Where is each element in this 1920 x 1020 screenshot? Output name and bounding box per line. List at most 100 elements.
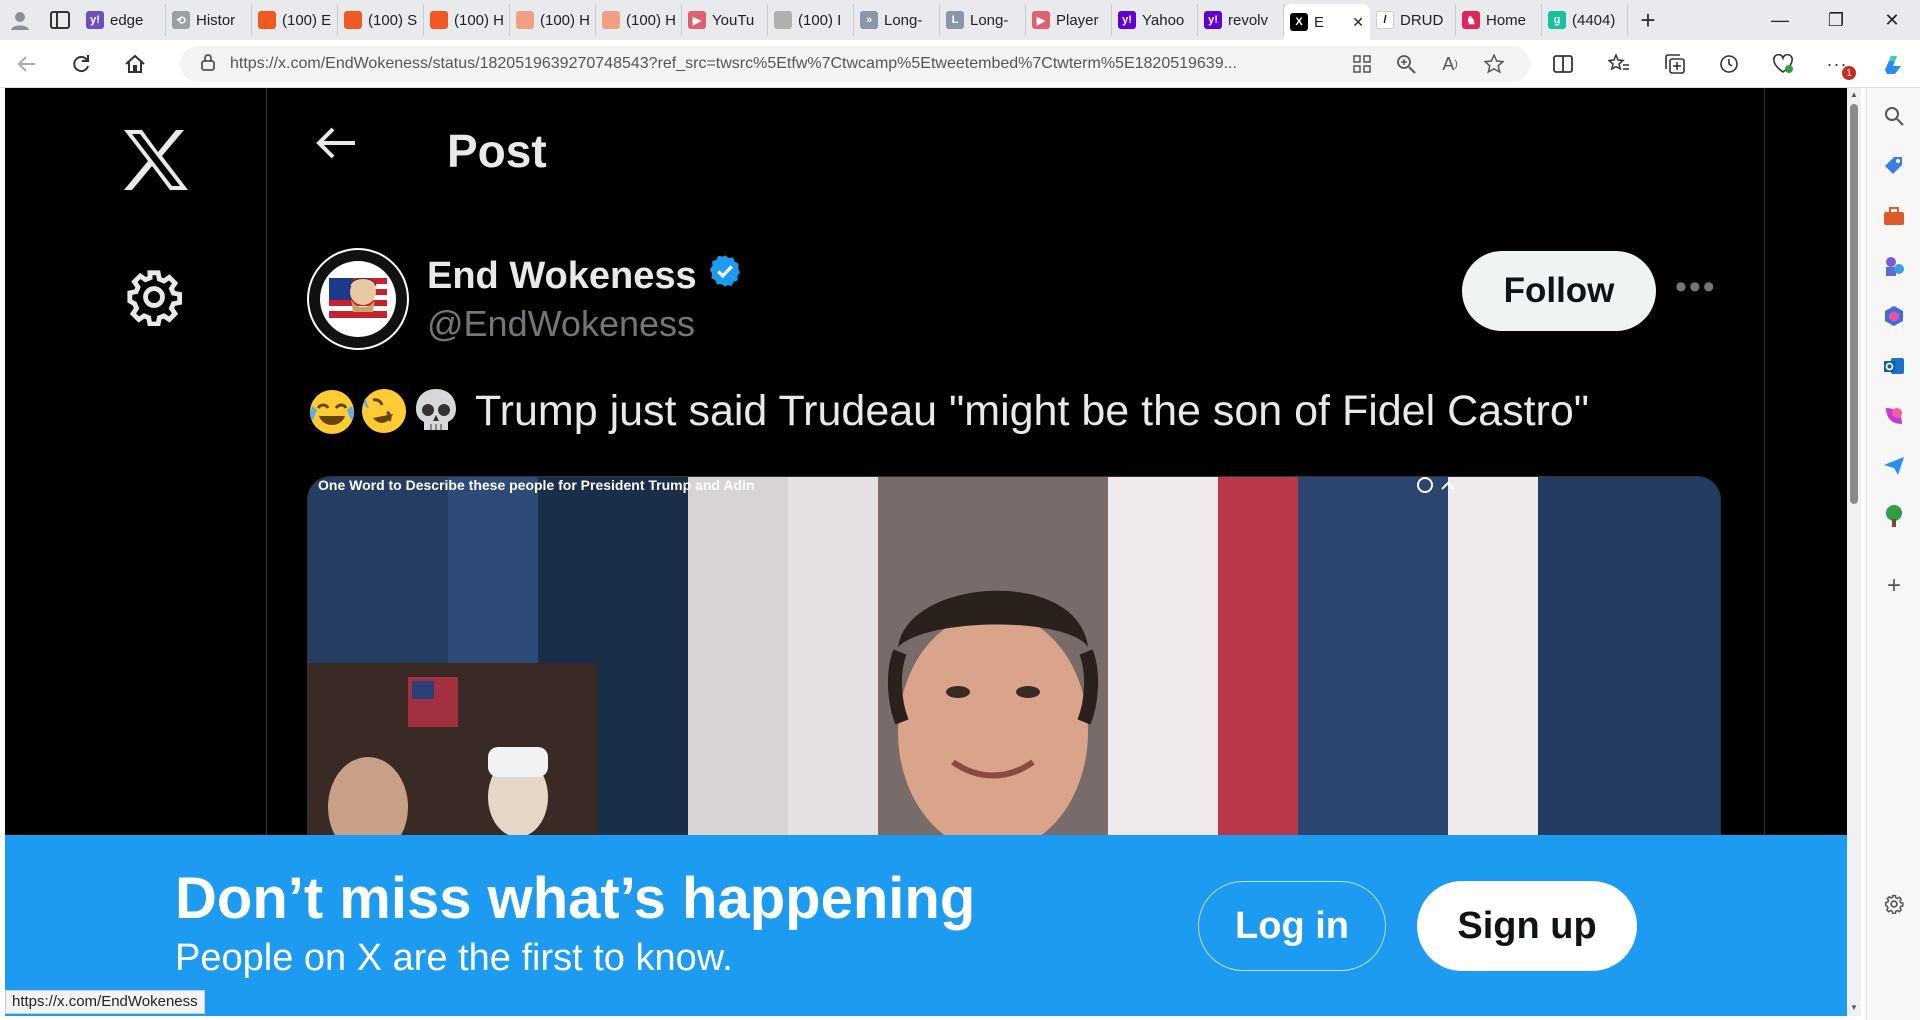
back-button[interactable] [0, 40, 54, 88]
sidebar-tree-icon[interactable] [1880, 502, 1908, 530]
scroll-up-arrow[interactable]: ▲ [1850, 90, 1858, 99]
browser-tab[interactable]: ♞ Home [1456, 4, 1542, 36]
profile-icon[interactable] [0, 0, 40, 40]
status-bar-url: https://x.com/EndWokeness [5, 990, 205, 1014]
tab-label: (100) E [282, 11, 332, 29]
close-tab-icon[interactable]: ✕ [1352, 14, 1364, 31]
read-aloud-icon[interactable]: A) [1428, 46, 1472, 82]
tab-favicon-icon: g [1548, 11, 1566, 29]
url-text[interactable]: https://x.com/EndWokeness/status/1820519… [230, 55, 1340, 73]
browser-tab[interactable]: X E ✕ [1284, 4, 1370, 40]
login-button[interactable]: Log in [1198, 881, 1386, 971]
settings-more-icon[interactable]: ··· 1 [1814, 40, 1860, 88]
browser-tab[interactable]: y! Yahoo [1112, 4, 1198, 36]
restore-button[interactable]: ❐ [1808, 0, 1864, 40]
new-tab-button[interactable]: + [1628, 0, 1668, 40]
sidebar-search-icon[interactable] [1880, 102, 1908, 130]
sidebar-office-icon[interactable] [1880, 302, 1908, 330]
tab-actions-icon[interactable] [40, 0, 80, 40]
browser-tab[interactable]: ▶ Player [1026, 4, 1112, 36]
browser-tab-strip: y! edge ⟲ Histor (100) E (100) S (100) H (100) … [0, 0, 1920, 40]
collections-icon[interactable] [1652, 40, 1698, 88]
browser-tab[interactable]: (100) H [510, 4, 596, 36]
browser-tab[interactable]: (100) S [338, 4, 424, 36]
home-button[interactable] [108, 40, 162, 88]
sidebar-tools-icon[interactable] [1880, 202, 1908, 230]
tab-label: (100) S [368, 11, 418, 29]
signup-button[interactable]: Sign up [1417, 881, 1637, 971]
tab-label: E [1314, 13, 1325, 31]
sidebar-settings-icon[interactable] [1880, 890, 1908, 918]
tab-favicon-icon: X [1290, 13, 1308, 31]
address-bar[interactable]: https://x.com/EndWokeness/status/1820519… [180, 46, 1530, 82]
tab-favicon-icon: ▶ [688, 11, 706, 29]
minimize-button[interactable]: — [1752, 0, 1808, 40]
browser-tab[interactable]: ▶ YouTu [682, 4, 768, 36]
tab-label: DRUD [1400, 11, 1444, 29]
avatar[interactable] [307, 248, 409, 350]
close-window-button[interactable]: ✕ [1864, 0, 1920, 40]
tab-label: Long- [970, 11, 1009, 29]
edge-sidebar: + [1866, 88, 1920, 1020]
tab-label: (100) H [540, 11, 591, 29]
x-logo-icon[interactable] [120, 128, 190, 197]
tab-favicon-icon [774, 11, 792, 29]
sidebar-games-icon[interactable] [1880, 252, 1908, 280]
browser-tab[interactable]: / DRUD [1370, 4, 1456, 36]
browser-tab[interactable]: g (4404) [1542, 4, 1628, 36]
browser-toolbar: https://x.com/EndWokeness/status/1820519… [0, 40, 1920, 88]
sidebar-copilot-designer-icon[interactable] [1880, 402, 1908, 430]
browser-tab[interactable]: y! edge [80, 4, 166, 36]
verified-badge-icon [707, 253, 743, 299]
tab-label: (100) H [626, 11, 677, 29]
scrollbar-thumb[interactable] [1850, 104, 1858, 504]
banner-subheading: People on X are the first to know. [175, 937, 733, 979]
browser-tab[interactable]: (100) H [596, 4, 682, 36]
rofl-emoji-icon [359, 386, 409, 436]
favorites-icon[interactable] [1596, 40, 1642, 88]
user-handle[interactable]: @EndWokeness [427, 303, 695, 345]
zoom-icon[interactable] [1384, 46, 1428, 82]
browser-tab[interactable]: y! revolv [1198, 4, 1284, 36]
copilot-icon[interactable] [1870, 40, 1916, 88]
tab-favicon-icon [344, 11, 362, 29]
sidebar-add-icon[interactable]: + [1880, 572, 1908, 600]
back-arrow-icon[interactable] [315, 126, 357, 165]
browser-tab[interactable]: ⟲ Histor [166, 4, 252, 36]
tab-label: (100) H [454, 11, 505, 29]
tab-favicon-icon: L [946, 11, 964, 29]
refresh-button[interactable] [54, 40, 108, 88]
browser-tab[interactable]: (100) E [252, 4, 338, 36]
tab-label: edge [110, 11, 144, 29]
video-caption: One Word to Describe these people for Pr… [318, 477, 755, 493]
browser-tab[interactable]: (100) I [768, 4, 854, 36]
browser-tab[interactable]: » Long- [854, 4, 940, 36]
more-options-icon[interactable]: ••• [1675, 268, 1717, 307]
tweet-text: Trump just said Trudeau "might be the so… [307, 386, 1589, 436]
lock-icon[interactable] [200, 53, 216, 76]
sidebar-send-icon[interactable] [1880, 452, 1908, 480]
browser-tab[interactable]: L Long- [940, 4, 1026, 36]
tab-favicon-icon: » [860, 11, 878, 29]
page-scrollbar[interactable]: ▲ ▼ [1847, 88, 1861, 1016]
tab-label: Histor [196, 11, 236, 29]
tab-favicon-icon: ▶ [1032, 11, 1050, 29]
follow-button[interactable]: Follow [1462, 251, 1656, 331]
tab-favicon-icon: / [1376, 11, 1394, 29]
joy-emoji-icon [307, 386, 357, 436]
sidebar-outlook-icon[interactable] [1880, 352, 1908, 380]
browser-tab[interactable]: (100) H [424, 4, 510, 36]
apps-icon[interactable] [1340, 46, 1384, 82]
sidebar-shopping-icon[interactable] [1880, 152, 1908, 180]
favorite-star-icon[interactable] [1472, 46, 1516, 82]
browser-essentials-icon[interactable] [1760, 40, 1806, 88]
settings-gear-icon[interactable] [125, 268, 183, 331]
tab-favicon-icon [430, 11, 448, 29]
tab-label: Yahoo [1142, 11, 1185, 29]
tab-favicon-icon: y! [1204, 11, 1222, 29]
display-name[interactable]: End Wokeness [427, 253, 743, 299]
split-screen-icon[interactable] [1540, 40, 1586, 88]
display-name-text[interactable]: End Wokeness [427, 255, 697, 298]
history-icon[interactable] [1706, 40, 1752, 88]
scroll-down-arrow[interactable]: ▼ [1850, 1003, 1858, 1012]
